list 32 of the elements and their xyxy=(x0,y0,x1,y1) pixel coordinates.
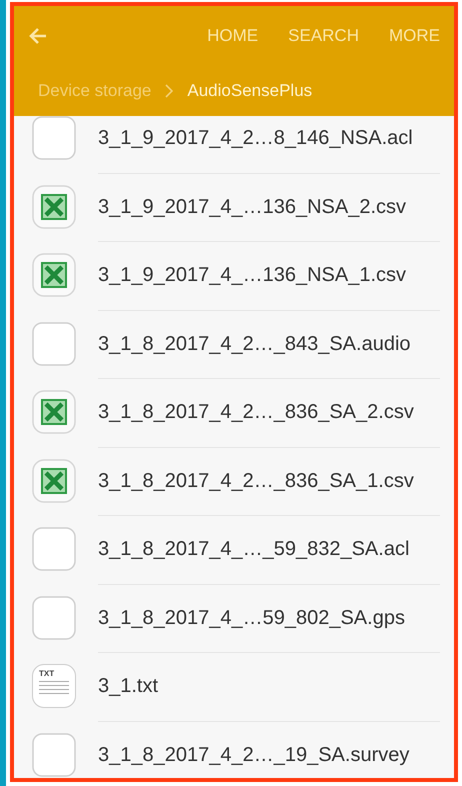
file-row[interactable]: 3_1_8_2017_4_2…_843_SA.audio xyxy=(14,310,454,378)
file-name: 3_1_9_2017_4_2…8_146_NSA.acl xyxy=(98,126,413,152)
file-name: 3_1_9_2017_4_…136_NSA_1.csv xyxy=(98,263,406,288)
blank-file-icon xyxy=(32,527,76,572)
spreadsheet-file-icon xyxy=(32,390,76,434)
file-name: 3_1_8_2017_4_2…_843_SA.audio xyxy=(98,332,411,357)
file-name: 3_1_8_2017_4_2…_19_SA.survey xyxy=(98,742,410,768)
blank-file-icon xyxy=(32,732,76,777)
file-row[interactable]: 3_1_8_2017_4_2…_836_SA_2.csv xyxy=(14,378,454,446)
file-row[interactable]: 3_1_8_2017_4_2…_836_SA_1.csv xyxy=(14,446,454,515)
chevron-icon xyxy=(165,84,174,98)
blank-file-icon xyxy=(32,322,76,366)
file-row[interactable]: TXT 3_1.txt xyxy=(14,652,454,720)
file-name: 3_1_8_2017_4_2…_836_SA_1.csv xyxy=(98,468,414,494)
file-row[interactable]: 3_1_8_2017_4_…_59_832_SA.acl xyxy=(14,515,454,584)
file-name: 3_1.txt xyxy=(98,674,158,700)
spreadsheet-file-icon xyxy=(32,458,76,503)
file-row[interactable]: 3_1_8_2017_4_2…_19_SA.survey xyxy=(14,720,454,778)
blank-file-icon xyxy=(32,116,76,160)
file-row[interactable]: 3_1_9_2017_4_…136_NSA_2.csv xyxy=(14,172,454,241)
text-file-icon: TXT xyxy=(32,664,76,708)
file-name: 3_1_8_2017_4_…_59_832_SA.acl xyxy=(98,537,410,562)
file-row[interactable]: 3_1_9_2017_4_2…8_146_NSA.acl xyxy=(14,116,454,172)
file-name: 3_1_8_2017_4_…59_802_SA.gps xyxy=(98,606,405,631)
back-arrow-icon[interactable] xyxy=(28,26,48,46)
file-row[interactable]: 3_1_8_2017_4_…59_802_SA.gps xyxy=(14,584,454,652)
blank-file-icon xyxy=(32,596,76,640)
spreadsheet-file-icon xyxy=(32,184,76,229)
spreadsheet-file-icon xyxy=(32,253,76,298)
file-row[interactable]: 3_1_9_2017_4_…136_NSA_1.csv xyxy=(14,241,454,310)
file-name: 3_1_8_2017_4_2…_836_SA_2.csv xyxy=(98,400,414,426)
file-name: 3_1_9_2017_4_…136_NSA_2.csv xyxy=(98,194,406,220)
